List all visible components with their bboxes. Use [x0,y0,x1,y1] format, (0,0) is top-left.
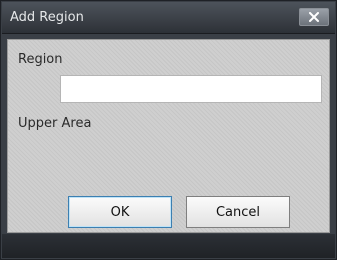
region-label: Region [18,52,63,67]
dialog-body: Region Upper Area OK Cancel [7,39,330,233]
close-button[interactable] [299,8,329,26]
dialog-title: Add Region [10,10,84,25]
title-bar[interactable]: Add Region [2,2,335,34]
dialog-footer-bar [2,234,335,258]
close-icon [308,12,320,22]
ok-button[interactable]: OK [68,196,172,228]
upper-area-label: Upper Area [18,116,92,131]
cancel-button[interactable]: Cancel [186,196,290,228]
add-region-dialog: Add Region Region Upper Area OK Cancel [0,0,337,260]
region-input[interactable] [60,75,322,103]
